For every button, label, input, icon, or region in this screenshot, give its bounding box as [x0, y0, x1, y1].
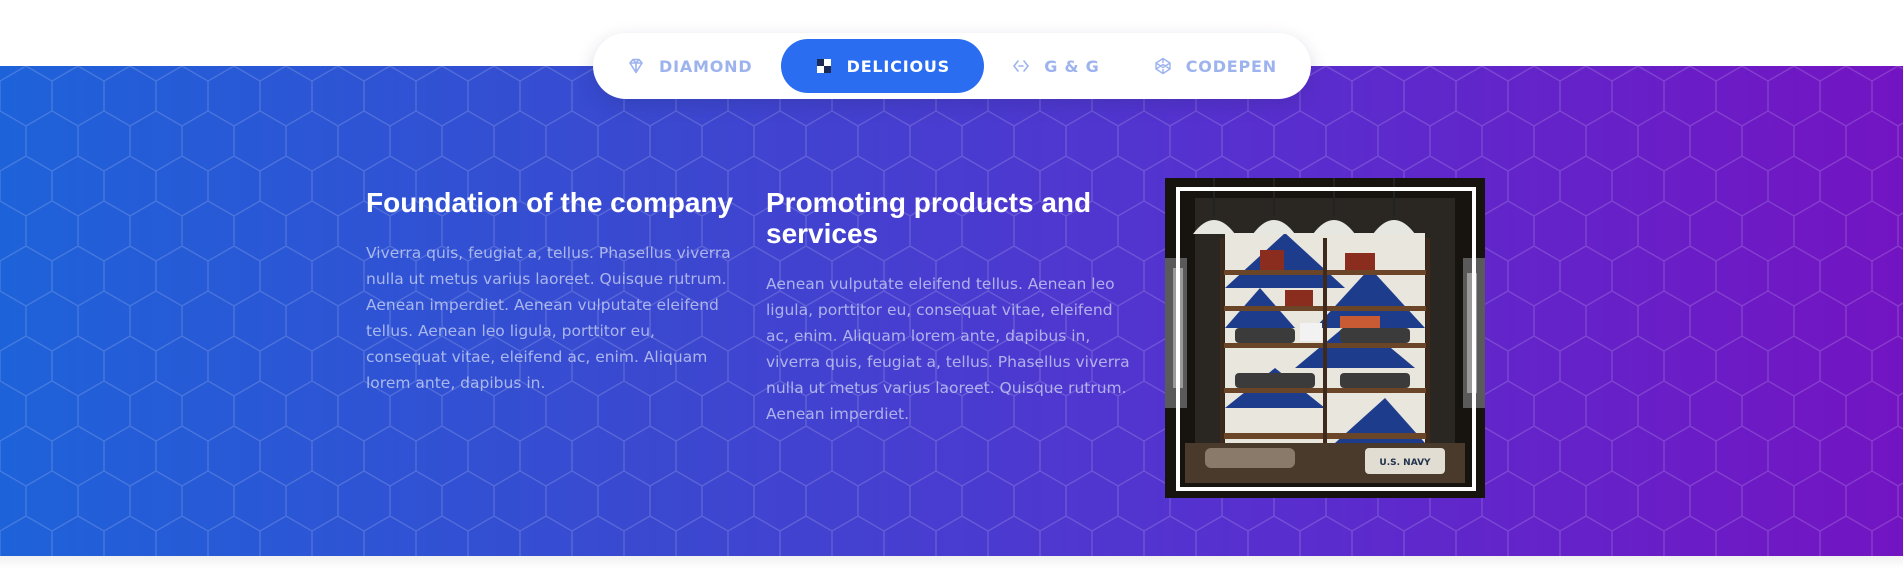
- tab-bar: DIAMOND DELICIOUS G & G CODEPEN: [593, 33, 1311, 99]
- hero-band: Foundation of the company Viverra quis, …: [0, 66, 1903, 556]
- photo-frame: [1176, 187, 1476, 491]
- tab-label: DIAMOND: [659, 56, 753, 76]
- codepen-icon: [1155, 57, 1171, 75]
- store-photo: U.S. NAVY: [1165, 178, 1485, 498]
- tab-label: G & G: [1044, 56, 1100, 76]
- column-title: Foundation of the company: [366, 187, 734, 218]
- tab-diamond[interactable]: DIAMOND: [601, 39, 778, 93]
- column-promoting: Promoting products and services Aenean v…: [766, 187, 1134, 427]
- tab-g-and-g[interactable]: G & G: [986, 39, 1125, 93]
- column-title: Promoting products and services: [766, 187, 1092, 249]
- column-text: Aenean vulputate eleifend tellus. Aenean…: [766, 275, 1130, 423]
- code-icon: [1013, 60, 1030, 72]
- column-text: Viverra quis, feugiat a, tellus. Phasell…: [366, 244, 731, 392]
- tab-label: CODEPEN: [1185, 56, 1277, 76]
- delicious-icon: [816, 59, 831, 73]
- tab-delicious[interactable]: DELICIOUS: [780, 39, 984, 93]
- tab-label: DELICIOUS: [846, 56, 950, 76]
- section-shadow: [0, 556, 1903, 568]
- tab-codepen[interactable]: CODEPEN: [1128, 39, 1303, 93]
- column-foundation: Foundation of the company Viverra quis, …: [366, 187, 734, 396]
- diamond-icon: [629, 58, 643, 74]
